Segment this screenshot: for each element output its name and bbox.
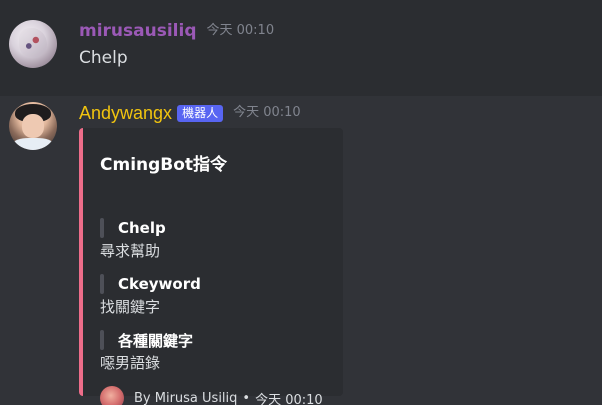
message: Andywangx 機器人 今天 00:10 CmingBot指令 Chelp … [0, 96, 602, 405]
timestamp: 今天 00:10 [233, 105, 301, 120]
footer-separator: • [242, 390, 251, 405]
field-value: 尋求幫助 [100, 242, 161, 260]
field-value: 噁男語錄 [100, 354, 161, 372]
field-name: Ckeyword [118, 275, 201, 293]
field-bar [100, 218, 104, 238]
field-name: 各種關鍵字 [118, 331, 194, 350]
timestamp: 今天 00:10 [206, 23, 275, 38]
chat-area: mirusausiliq 今天 00:10 Chelp Andywangx 機器… [0, 0, 602, 405]
message: mirusausiliq 今天 00:10 Chelp [0, 0, 602, 96]
field-value: 找關鍵字 [100, 298, 161, 316]
field-name: Chelp [118, 219, 166, 237]
avatar[interactable] [9, 20, 57, 68]
field-bar [100, 274, 104, 294]
avatar-shirt [13, 138, 53, 150]
bot-tag: 機器人 [177, 104, 224, 122]
embed-title: CmingBot指令 [100, 155, 228, 175]
embed: CmingBot指令 Chelp 尋求幫助 Ckeyword 找關鍵字 各種關鍵… [79, 128, 343, 405]
embed-field: Chelp 尋求幫助 [100, 217, 330, 261]
avatar[interactable] [9, 102, 57, 150]
footer-text: By Mirusa Usiliq [134, 390, 238, 405]
username[interactable]: Andywangx [79, 100, 172, 126]
username[interactable]: mirusausiliq [79, 18, 197, 44]
embed-footer: By Mirusa Usiliq • 今天 00:10 [100, 386, 323, 405]
footer-avatar-icon [100, 386, 124, 405]
message-content: Chelp [79, 48, 128, 68]
field-bar [100, 330, 104, 350]
embed-field: Ckeyword 找關鍵字 [100, 273, 330, 317]
embed-field: 各種關鍵字 噁男語錄 [100, 329, 330, 373]
message-header: mirusausiliq 今天 00:10 [79, 18, 274, 44]
message-header: Andywangx 機器人 今天 00:10 [79, 100, 301, 126]
avatar-face [22, 114, 44, 138]
avatar-image [19, 28, 47, 58]
footer-timestamp: 今天 00:10 [255, 392, 323, 405]
